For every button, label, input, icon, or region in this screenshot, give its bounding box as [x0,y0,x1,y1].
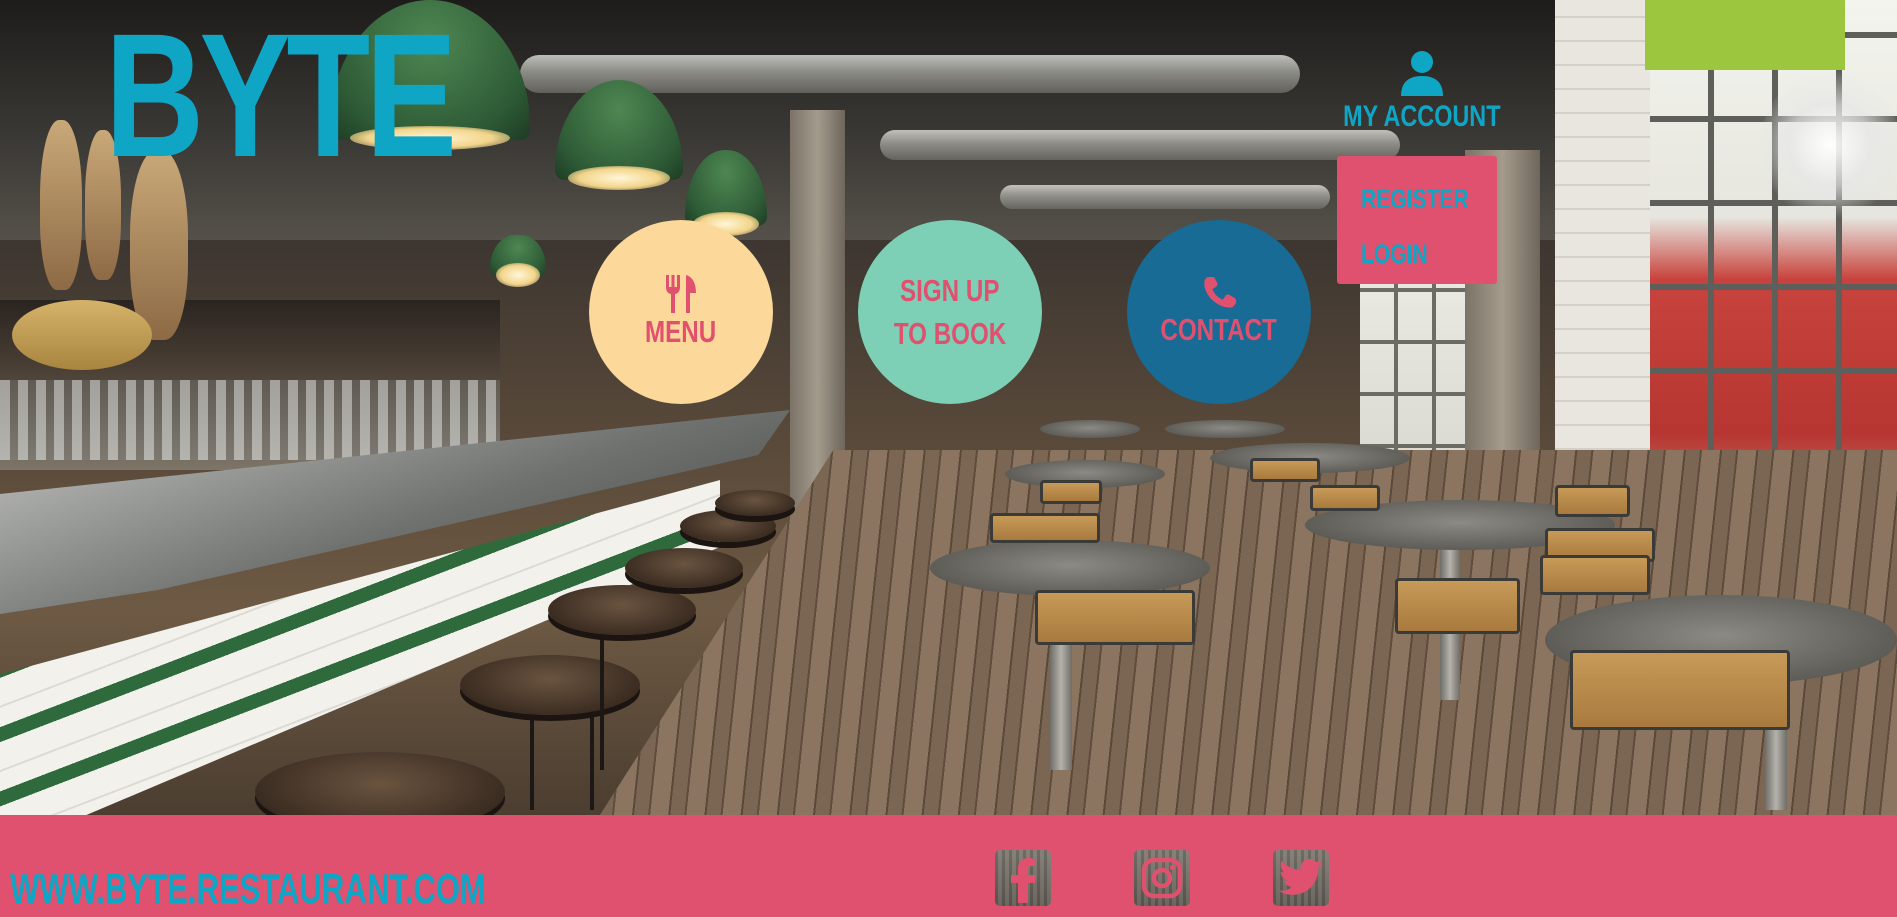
contact-label: CONTACT [1160,311,1278,347]
dining-chair [1540,555,1650,595]
dining-chair [1310,485,1380,511]
hanging-ham [40,120,82,290]
account-dropdown: REGISTER LOGIN [1337,156,1497,284]
dining-table [1040,420,1140,438]
facebook-icon [1011,858,1036,903]
instagram-button[interactable] [1134,850,1190,906]
twitter-icon [1279,859,1323,895]
dining-chair [1395,578,1520,634]
dining-table [930,540,1210,596]
bar-stool [255,752,505,815]
bar-stool [460,655,640,715]
my-account[interactable]: MY ACCOUNT [1343,50,1501,134]
sign-up-label-line1: SIGN UP [900,272,1000,308]
contact-button[interactable]: CONTACT [1127,220,1311,404]
glassware [0,380,500,460]
bar-stool [715,490,795,516]
cheese-wheel [12,300,152,370]
website-url-link[interactable]: WWW.BYTE.RESTAURANT.COM [10,865,486,913]
pendant-lamp [490,235,546,287]
menu-button[interactable]: MENU [589,220,773,404]
dining-chair [1570,650,1790,730]
footer: WWW.BYTE.RESTAURANT.COM [0,815,1897,917]
dining-chair [1035,590,1195,645]
twitter-button[interactable] [1273,850,1329,906]
my-account-label: MY ACCOUNT [1343,100,1501,133]
dining-chair [1555,485,1630,517]
instagram-icon [1141,857,1183,899]
facebook-button[interactable] [995,850,1051,906]
window-green-panel [1645,0,1845,70]
stool-leg [600,620,604,770]
chandelier [1760,70,1897,220]
login-link[interactable]: LOGIN [1361,227,1467,282]
register-link[interactable]: REGISTER [1361,172,1469,227]
dining-chair [1250,458,1320,482]
logo[interactable]: BYTE [105,8,457,184]
dining-chair [1040,480,1102,504]
ceiling-duct [1000,185,1330,209]
sign-up-to-book-button[interactable]: SIGN UP TO BOOK [858,220,1042,404]
cutlery-icon [666,274,696,313]
dining-table [1165,420,1285,438]
ceiling-duct [880,130,1400,160]
sign-up-label-line2: TO BOOK [893,316,1007,351]
bar-stool [548,585,696,635]
bar-stool [625,548,743,588]
dining-chair [990,513,1100,543]
menu-label: MENU [645,313,717,349]
user-icon [1401,51,1443,96]
phone-icon [1204,276,1237,308]
